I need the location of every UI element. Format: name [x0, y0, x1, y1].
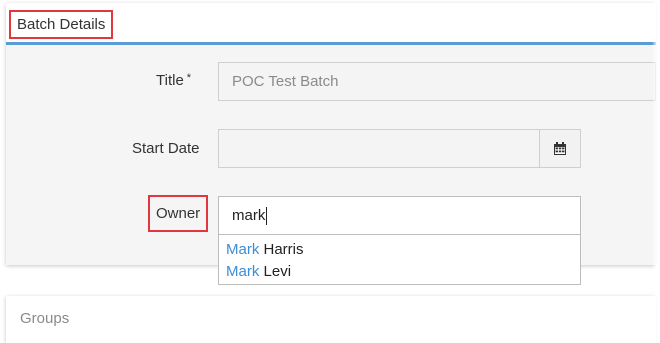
- owner-suggestions-dropdown: Mark Harris Mark Levi: [218, 235, 581, 285]
- suggestion-rest: Harris: [259, 240, 304, 258]
- panel-title-highlight: Batch Details: [9, 10, 114, 39]
- suggestion-rest: Levi: [259, 262, 292, 280]
- suggestion-item[interactable]: Mark Levi: [219, 260, 580, 282]
- title-label-text: Title: [156, 72, 184, 89]
- suggestion-match: Mark: [226, 262, 260, 280]
- owner-label-highlight: Owner: [148, 195, 209, 232]
- owner-label: Owner: [156, 205, 201, 222]
- owner-input-value: mark: [232, 207, 266, 224]
- start-date-field[interactable]: [218, 129, 540, 168]
- start-date-label: Start Date: [132, 140, 200, 157]
- screen: Batch Details Title * POC Test Batch Star…: [0, 0, 660, 343]
- panel-title: Batch Details: [17, 16, 106, 33]
- title-field[interactable]: POC Test Batch: [218, 62, 656, 101]
- calendar-button[interactable]: [539, 129, 581, 168]
- calendar-icon: [554, 141, 566, 155]
- suggestion-item[interactable]: Mark Harris: [219, 238, 580, 260]
- title-field-value: POC Test Batch: [232, 73, 339, 90]
- suggestion-match: Mark: [226, 240, 260, 258]
- required-mark: *: [186, 72, 192, 84]
- groups-panel: Groups: [6, 296, 656, 343]
- panel-header: Batch Details: [6, 3, 656, 45]
- torn-edge: [652, 0, 660, 343]
- title-label: Title *: [156, 72, 191, 89]
- groups-title[interactable]: Groups: [20, 310, 69, 327]
- owner-input[interactable]: mark: [218, 196, 581, 235]
- text-cursor: [266, 206, 268, 225]
